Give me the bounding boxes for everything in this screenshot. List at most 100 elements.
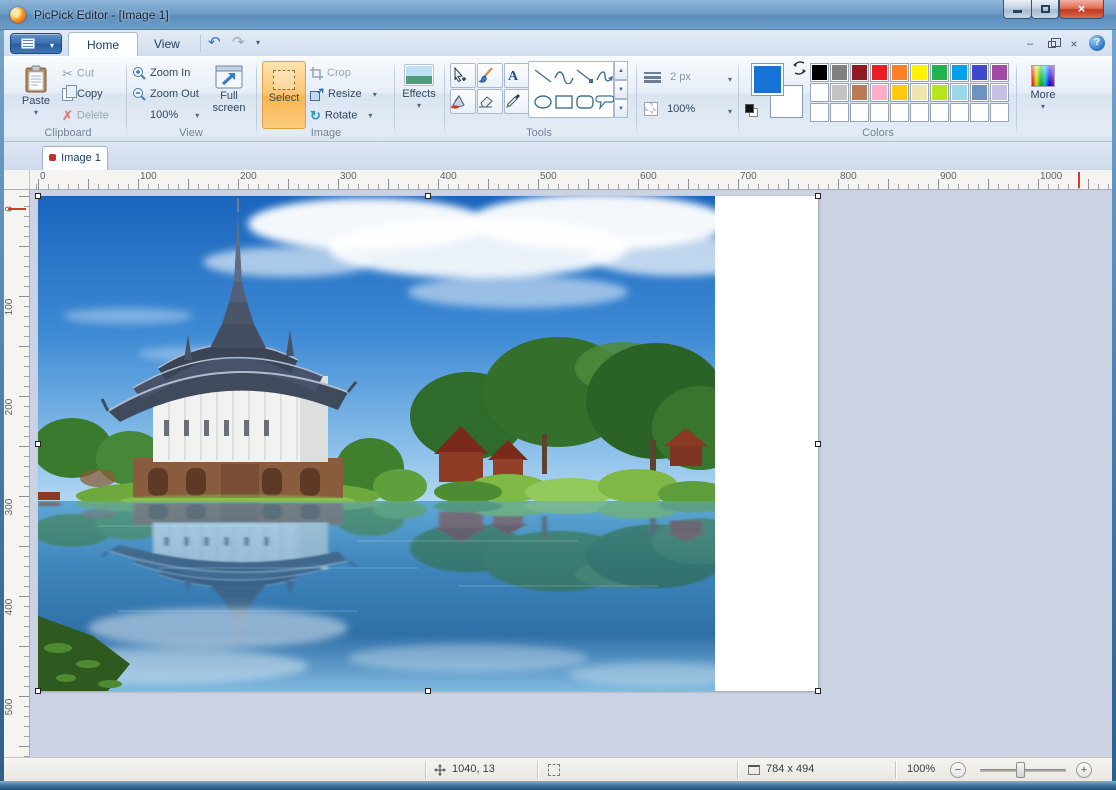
cursor-position-value: 1040, 13 [452,758,495,781]
palette-swatch[interactable] [990,63,1009,82]
selection-handle-top-right[interactable] [815,193,821,199]
palette-swatch[interactable] [930,103,949,122]
palette-swatch[interactable] [890,63,909,82]
palette-swatch[interactable] [850,103,869,122]
gallery-scroll-down-button[interactable]: ▼ [614,80,628,99]
group-divider [126,61,127,135]
palette-swatch[interactable] [890,103,909,122]
copy-button[interactable]: Copy [62,84,124,105]
speech-balloon-shape-icon[interactable] [595,94,615,110]
gallery-expand-button[interactable]: ▼ [614,99,628,118]
line-shape-icon[interactable] [533,68,553,84]
eraser-icon [478,93,494,109]
selection-handle-top-left[interactable] [35,193,41,199]
redo-button[interactable]: ↷ [232,33,245,51]
window-minimize-button[interactable] [1003,0,1032,19]
palette-swatch[interactable] [850,83,869,102]
rectangle-shape-icon[interactable] [554,94,574,110]
window-maximize-button[interactable] [1031,0,1059,19]
pointer-tool-button[interactable] [450,63,476,88]
document-tab-image1[interactable]: Image 1 [42,146,108,170]
palette-swatch[interactable] [990,103,1009,122]
canvas-viewport[interactable] [30,190,1112,757]
tab-home[interactable]: Home [68,32,138,56]
zoom-level-dropdown[interactable]: 100% ▾ [132,105,202,126]
palette-swatch[interactable] [990,83,1009,102]
palette-swatch[interactable] [970,103,989,122]
zoom-slider-handle[interactable] [1016,762,1025,778]
resize-button[interactable]: Resize ▾ [310,84,390,105]
palette-swatch[interactable] [910,63,929,82]
quick-access-caret-icon[interactable]: ▾ [256,38,260,47]
full-screen-button[interactable]: Full screen [206,61,252,129]
palette-swatch[interactable] [830,103,849,122]
fill-tool-button[interactable] [450,89,476,114]
palette-swatch[interactable] [970,63,989,82]
document-restore-button[interactable] [1044,37,1060,51]
window-close-button[interactable]: × [1059,0,1104,19]
palette-swatch[interactable] [930,83,949,102]
text-tool-button[interactable]: A [504,63,530,88]
zoom-out-stepper-button[interactable]: − [950,762,966,778]
zoom-out-button[interactable]: Zoom Out [132,84,202,105]
help-button[interactable]: ? [1089,35,1105,51]
foreground-color-swatch[interactable] [751,63,784,96]
image-canvas[interactable] [38,196,818,691]
application-menu-button[interactable]: ▾ [10,33,62,54]
zoom-in-label: Zoom In [150,67,190,79]
crop-button[interactable]: Crop [310,63,390,84]
selection-handle-bottom-right[interactable] [815,688,821,694]
palette-swatch[interactable] [870,103,889,122]
tab-view[interactable]: View [136,32,198,56]
zoom-in-stepper-button[interactable]: + [1076,762,1092,778]
eraser-tool-button[interactable] [477,89,503,114]
ellipse-shape-icon[interactable] [533,94,553,110]
status-zoom-value: 100% [907,758,935,781]
default-colors-button[interactable] [745,104,759,118]
opacity-dropdown[interactable]: 100% ▾ [644,99,732,119]
palette-swatch[interactable] [870,63,889,82]
brush-tool-button[interactable] [477,63,503,88]
palette-swatch[interactable] [950,63,969,82]
selection-handle-middle-left[interactable] [35,441,41,447]
paste-button[interactable]: Paste ▾ [14,61,58,129]
effects-button[interactable]: Effects ▾ [396,61,442,129]
selection-handle-bottom-left[interactable] [35,688,41,694]
palette-swatch[interactable] [910,83,929,102]
palette-swatch[interactable] [890,83,909,102]
curve-shape-icon[interactable] [554,68,574,84]
palette-swatch[interactable] [870,83,889,102]
palette-swatch[interactable] [850,63,869,82]
selection-handle-bottom-center[interactable] [425,688,431,694]
palette-swatch[interactable] [810,83,829,102]
more-colors-button[interactable]: More ▾ [1020,61,1066,129]
rounded-rectangle-shape-icon[interactable] [575,94,595,110]
palette-swatch[interactable] [910,103,929,122]
selection-handle-top-center[interactable] [425,193,431,199]
window-title: PicPick Editor - [Image 1] [34,0,169,30]
palette-swatch[interactable] [930,63,949,82]
palette-swatch[interactable] [950,83,969,102]
selection-handle-middle-right[interactable] [815,441,821,447]
chevron-down-icon: ▾ [14,108,58,117]
palette-swatch[interactable] [810,103,829,122]
line-width-dropdown[interactable]: 2 px ▾ [644,67,732,87]
swap-colors-button[interactable] [792,61,808,75]
select-button[interactable]: Select [262,61,306,129]
document-close-button[interactable]: × [1066,37,1082,51]
color-picker-tool-button[interactable] [504,89,530,114]
palette-swatch[interactable] [810,63,829,82]
document-minimize-button[interactable]: – [1022,37,1038,51]
palette-swatch[interactable] [950,103,969,122]
palette-swatch[interactable] [970,83,989,102]
rotate-button[interactable]: ↻Rotate ▾ [310,105,390,126]
gallery-scroll-up-button[interactable]: ▲ [614,61,628,80]
curved-arrow-shape-icon[interactable] [595,68,615,84]
undo-button[interactable]: ↶ [208,33,221,51]
cut-button[interactable]: ✂Cut [62,63,124,84]
zoom-in-button[interactable]: Zoom In [132,63,202,84]
palette-swatch[interactable] [830,83,849,102]
line-point-shape-icon[interactable] [575,68,595,84]
palette-swatch[interactable] [830,63,849,82]
delete-button[interactable]: ✗Delete [62,105,124,126]
